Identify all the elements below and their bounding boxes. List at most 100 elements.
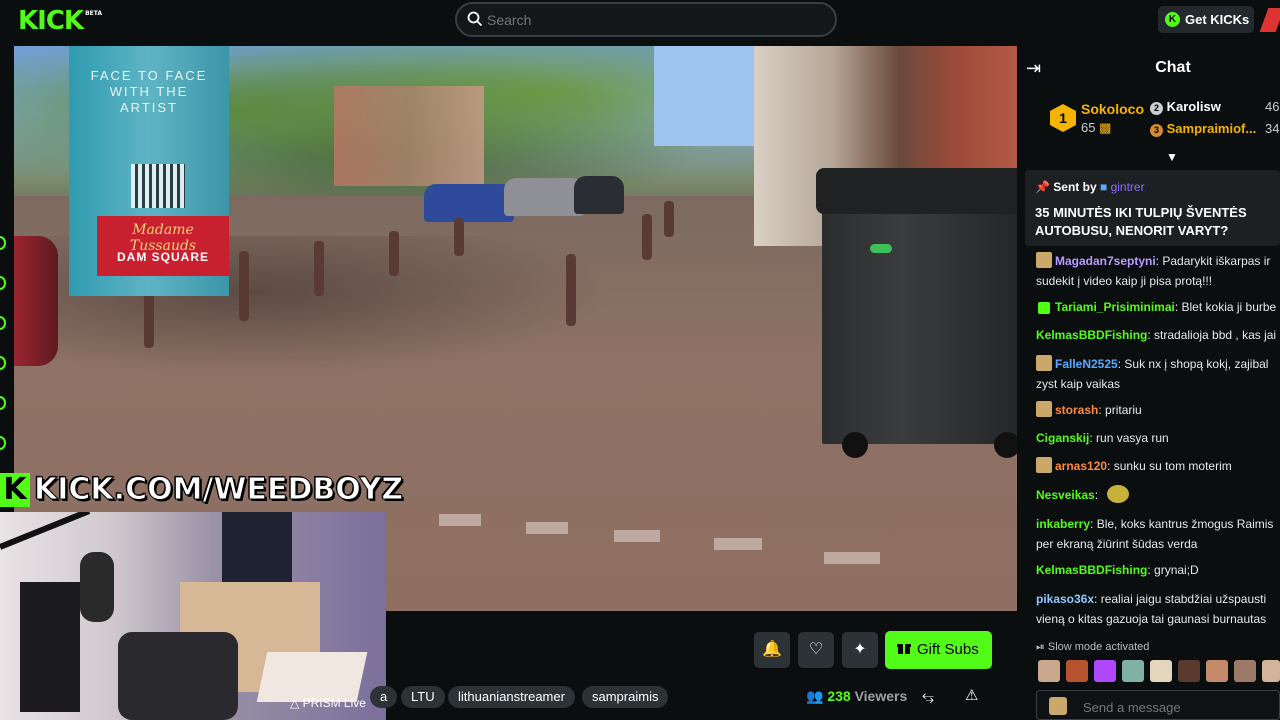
gift-icon: [897, 644, 911, 654]
wheelie-bin: [816, 168, 1017, 458]
sidewalk-tile: [439, 514, 481, 526]
poster-banner: Madame Tussauds DAM SQUARE: [97, 216, 229, 276]
heart-icon: ♡: [808, 641, 824, 658]
stream-tag[interactable]: sampraimis: [582, 686, 669, 708]
slow-mode-notice: ⏯ Slow mode activated: [1036, 641, 1150, 653]
stream-tag[interactable]: LTU: [401, 686, 445, 708]
kicks-icon: ▩: [1099, 120, 1112, 135]
sparkle-icon: ✦: [853, 641, 867, 658]
emote-icon[interactable]: [1262, 660, 1280, 682]
follow-button[interactable]: ♡: [798, 632, 834, 668]
advertising-column: FACE TO FACE WITH THE ARTIST Madame Tuss…: [69, 46, 229, 296]
chat-username[interactable]: arnas120: [1055, 459, 1107, 473]
parked-car: [574, 176, 624, 214]
share-icon[interactable]: ⥃: [922, 688, 934, 705]
chat-username[interactable]: Tariami_Prisiminimai: [1055, 300, 1175, 314]
emote-icon[interactable]: [1038, 660, 1060, 682]
bin-wheel: [994, 432, 1017, 458]
rank-2-icon: 2: [1150, 102, 1163, 115]
emote-icon[interactable]: [1066, 660, 1088, 682]
kick-logo[interactable]: KICK BETA: [18, 6, 102, 36]
webcam-monitor: [222, 512, 292, 592]
chat-username[interactable]: pikaso36x: [1036, 592, 1094, 606]
chat-username[interactable]: Magadan7septyni: [1055, 254, 1156, 268]
chat-header: ⇥ Chat: [1018, 46, 1280, 90]
microphone: [80, 552, 114, 622]
chat-message: arnas120: sunku su tom moterim: [1036, 457, 1280, 476]
leaderboard-name[interactable]: 3 Sampraimiof...: [1150, 121, 1256, 137]
emote-icon[interactable]: [1150, 660, 1172, 682]
side-indicator-icon: [0, 276, 6, 290]
side-indicator-icon: [0, 436, 6, 450]
leaderboard-points: 65 ▩: [1081, 120, 1112, 135]
notifications-button[interactable]: 🔔: [754, 632, 790, 668]
chat-username[interactable]: Ciganskij: [1036, 431, 1089, 445]
chat-message-input[interactable]: [1081, 699, 1271, 716]
chat-message: Nesveikas:: [1036, 485, 1280, 505]
bollard: [454, 218, 464, 256]
chat-text: vieną o kitas gazuoja tai gaunasi burnau…: [1036, 612, 1267, 626]
expand-leaderboard-icon[interactable]: ▼: [1166, 150, 1178, 164]
chat-username[interactable]: KelmasBBDFishing: [1036, 563, 1147, 577]
leaderboard-points: 34: [1265, 121, 1280, 136]
search-box[interactable]: [455, 2, 837, 37]
bollard: [239, 251, 249, 321]
red-car: [14, 236, 58, 366]
gift-badge-icon: [1038, 302, 1050, 314]
chat-username[interactable]: storash: [1055, 403, 1098, 417]
chat-input-box[interactable]: [1036, 690, 1280, 720]
leaderboard-points: 46: [1265, 99, 1280, 114]
get-kicks-button[interactable]: K Get KICKs: [1158, 6, 1254, 33]
chat-message: Tariami_Prisiminimai: Blet kokia ji burb…: [1036, 298, 1280, 317]
leaderboard-name[interactable]: 2 Karolisw: [1150, 99, 1221, 115]
parked-car: [504, 178, 584, 216]
emote-icon: [1107, 485, 1130, 503]
bollard: [389, 231, 399, 276]
qr-code: [131, 164, 185, 208]
report-icon[interactable]: ⚠: [965, 686, 978, 704]
side-indicator-icon: [0, 356, 6, 370]
chat-username[interactable]: FalleN2525: [1055, 357, 1118, 371]
viewers-label: Viewers: [854, 688, 908, 704]
emote-icon[interactable]: [1178, 660, 1200, 682]
chat-username[interactable]: Nesveikas: [1036, 488, 1095, 502]
chat-message: inkaberry: Ble, koks kantrus žmogus Raim…: [1036, 517, 1274, 551]
stream-tag[interactable]: lithuanianstreamer: [448, 686, 575, 708]
sidewalk-tile: [614, 530, 660, 542]
chat-username[interactable]: KelmasBBDFishing: [1036, 328, 1147, 342]
side-indicator-icon: [0, 396, 6, 410]
user-menu-icon[interactable]: [1259, 8, 1280, 32]
pin-icon: 📌: [1035, 180, 1050, 194]
bollard: [566, 254, 576, 326]
slow-mode-icon: ⏯: [1036, 641, 1045, 653]
bin-tag: [870, 244, 892, 253]
emote-icon[interactable]: [1122, 660, 1144, 682]
user-avatar: [1049, 697, 1067, 715]
canal-houses: [334, 86, 484, 186]
stream-tag[interactable]: a: [370, 686, 398, 708]
highlight-button[interactable]: ✦: [842, 632, 878, 668]
parked-car: [424, 184, 514, 222]
emote-icon[interactable]: [1206, 660, 1228, 682]
pinned-message[interactable]: 📌 Sent by ■ gintrer 35 MINUTĖS IKI TULPI…: [1025, 170, 1280, 246]
emote-icon[interactable]: [1094, 660, 1116, 682]
stream-url-overlay: K KICK.COM/WEEDBOYZ: [0, 472, 404, 512]
gift-subs-button[interactable]: Gift Subs: [885, 631, 992, 669]
emote-icon[interactable]: [1234, 660, 1256, 682]
sidewalk-tile: [526, 522, 568, 534]
user-avatar: [1036, 252, 1052, 268]
user-avatar: [1036, 457, 1052, 473]
webcam-table: [256, 652, 368, 702]
side-indicator-icon: [0, 316, 6, 330]
sidewalk-tile: [714, 538, 762, 550]
user-avatar: [1036, 401, 1052, 417]
search-icon: [467, 11, 483, 27]
stream-url-text: KICK.COM/WEEDBOYZ: [33, 472, 404, 508]
search-input[interactable]: [485, 10, 825, 30]
chat-message: storash: pritariu: [1036, 401, 1280, 420]
leaderboard-name[interactable]: Sokoloco: [1081, 101, 1144, 117]
chat-username[interactable]: inkaberry: [1036, 517, 1090, 531]
chat-message: FalleN2525: Suk nx į shopą kokį, zajibal…: [1036, 355, 1269, 391]
chat-message: KelmasBBDFishing: grynai;D: [1036, 563, 1199, 577]
chat-message: pikaso36x: realiai jaigu stabdžiai užspa…: [1036, 592, 1267, 626]
